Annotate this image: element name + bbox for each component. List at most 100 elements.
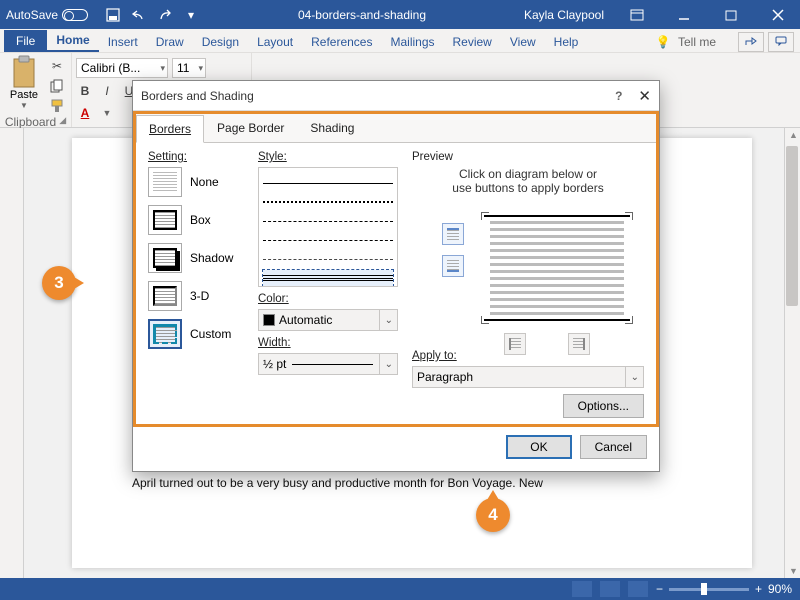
ribbon-display-icon[interactable] xyxy=(614,0,659,29)
color-dropdown[interactable]: Automatic ⌄ xyxy=(258,309,398,331)
tab-view[interactable]: View xyxy=(501,32,545,52)
preview-label: Preview xyxy=(412,151,644,163)
tab-insert[interactable]: Insert xyxy=(99,32,147,52)
cut-icon[interactable]: ✂ xyxy=(48,57,66,75)
setting-custom[interactable]: Custom xyxy=(148,319,244,349)
applyto-label: Apply to: xyxy=(412,350,644,362)
bold-button[interactable]: B xyxy=(76,82,94,100)
scroll-thumb[interactable] xyxy=(786,146,798,306)
width-label: Width: xyxy=(258,337,398,349)
qat-customize-icon[interactable]: ▾ xyxy=(182,6,200,24)
options-button[interactable]: Options... xyxy=(563,394,644,418)
zoom-value[interactable]: 90% xyxy=(768,582,792,596)
color-swatch-icon xyxy=(263,314,275,326)
preview-column: Preview Click on diagram below or use bu… xyxy=(412,151,644,418)
preview-diagram[interactable] xyxy=(482,213,632,323)
style-dotted[interactable] xyxy=(263,194,393,210)
border-top-toggle[interactable] xyxy=(442,223,464,245)
close-icon[interactable] xyxy=(755,0,800,29)
chevron-down-icon: ⌄ xyxy=(379,354,393,374)
autosave-toggle[interactable]: AutoSave xyxy=(6,8,88,22)
status-bar: − + 90% xyxy=(0,578,800,600)
tab-design[interactable]: Design xyxy=(193,32,248,52)
dialog-titlebar[interactable]: Borders and Shading ? ✕ xyxy=(133,81,659,111)
callout-4: 4 xyxy=(476,498,510,532)
scroll-up-icon[interactable]: ▲ xyxy=(789,130,798,140)
style-dashed[interactable] xyxy=(263,232,393,248)
dialog-close-icon[interactable]: ✕ xyxy=(638,87,651,105)
tab-home[interactable]: Home xyxy=(47,30,98,52)
italic-button[interactable]: I xyxy=(98,82,116,100)
style-dashed-fine[interactable] xyxy=(263,213,393,229)
dlg-tab-pageborder[interactable]: Page Border xyxy=(204,114,297,142)
minimize-icon[interactable] xyxy=(661,0,706,29)
tell-me-search[interactable]: Tell me xyxy=(678,35,716,49)
setting-3d[interactable]: 3-D xyxy=(148,281,244,311)
font-name-select[interactable]: Calibri (B... xyxy=(76,58,168,78)
dialog-tabs: Borders Page Border Shading xyxy=(136,114,656,143)
copy-icon[interactable] xyxy=(48,77,66,95)
tab-mailings[interactable]: Mailings xyxy=(381,32,443,52)
preview-hint-1: Click on diagram below or xyxy=(459,167,597,181)
dlg-tab-borders[interactable]: Borders xyxy=(136,115,204,143)
zoom-slider[interactable]: − + 90% xyxy=(656,582,792,596)
autosave-label: AutoSave xyxy=(6,8,58,22)
user-name[interactable]: Kayla Claypool xyxy=(524,8,604,22)
document-title: 04-borders-and-shading xyxy=(200,8,524,22)
setting-box[interactable]: Box xyxy=(148,205,244,235)
style-triple-selected[interactable] xyxy=(263,270,393,286)
share-button[interactable] xyxy=(738,32,764,52)
style-listbox[interactable] xyxy=(258,167,398,287)
borders-shading-dialog: Borders and Shading ? ✕ Borders Page Bor… xyxy=(132,80,660,472)
scroll-down-icon[interactable]: ▼ xyxy=(789,566,798,576)
autosave-switch-icon xyxy=(62,9,88,21)
comments-button[interactable] xyxy=(768,32,794,52)
tab-references[interactable]: References xyxy=(302,32,381,52)
setting-none[interactable]: None xyxy=(148,167,244,197)
zoom-in-icon[interactable]: + xyxy=(755,582,762,596)
border-right-toggle[interactable] xyxy=(568,333,590,355)
dlg-tab-shading[interactable]: Shading xyxy=(297,114,367,142)
setting-shadow[interactable]: Shadow xyxy=(148,243,244,273)
color-label: Color: xyxy=(258,293,398,305)
border-left-toggle[interactable] xyxy=(504,333,526,355)
style-solid[interactable] xyxy=(263,175,393,191)
style-dashed-long[interactable] xyxy=(263,251,393,267)
maximize-icon[interactable] xyxy=(708,0,753,29)
view-print-icon[interactable] xyxy=(600,581,620,597)
callout-3: 3 xyxy=(42,266,76,300)
clipboard-label: Clipboard xyxy=(5,115,56,129)
cancel-button[interactable]: Cancel xyxy=(580,435,647,459)
word-window: AutoSave ▾ 04-borders-and-shading Kayla … xyxy=(0,0,800,600)
tab-review[interactable]: Review xyxy=(444,32,501,52)
vertical-scrollbar[interactable]: ▲ ▼ xyxy=(784,128,800,578)
titlebar: AutoSave ▾ 04-borders-and-shading Kayla … xyxy=(0,0,800,29)
redo-icon[interactable] xyxy=(156,6,174,24)
width-dropdown[interactable]: ½ pt ⌄ xyxy=(258,353,398,375)
border-bottom-toggle[interactable] xyxy=(442,255,464,277)
tab-layout[interactable]: Layout xyxy=(248,32,302,52)
tab-draw[interactable]: Draw xyxy=(147,32,193,52)
applyto-dropdown[interactable]: Paragraph ⌄ xyxy=(412,366,644,388)
lightbulb-icon: 💡 xyxy=(652,33,674,51)
dialog-help-icon[interactable]: ? xyxy=(615,89,622,103)
preview-hint-2: use buttons to apply borders xyxy=(452,181,603,195)
chevron-down-icon: ⌄ xyxy=(625,367,639,387)
setting-column: Setting: None Box Shadow xyxy=(148,151,244,418)
view-read-icon[interactable] xyxy=(572,581,592,597)
tab-file[interactable]: File xyxy=(4,30,47,52)
ok-button[interactable]: OK xyxy=(506,435,571,459)
setting-label: Setting: xyxy=(148,151,244,163)
quick-access-toolbar: ▾ xyxy=(104,6,200,24)
paste-button[interactable]: Paste ▼ xyxy=(4,55,44,110)
zoom-out-icon[interactable]: − xyxy=(656,582,663,596)
clipboard-launcher-icon[interactable]: ◢ xyxy=(59,115,66,129)
font-color-button[interactable]: A xyxy=(76,104,94,122)
font-color-more-icon[interactable]: ▼ xyxy=(98,104,116,122)
undo-icon[interactable] xyxy=(130,6,148,24)
tab-help[interactable]: Help xyxy=(545,32,588,52)
format-painter-icon[interactable] xyxy=(48,97,66,115)
save-icon[interactable] xyxy=(104,6,122,24)
font-size-select[interactable]: 11 xyxy=(172,58,206,78)
view-web-icon[interactable] xyxy=(628,581,648,597)
